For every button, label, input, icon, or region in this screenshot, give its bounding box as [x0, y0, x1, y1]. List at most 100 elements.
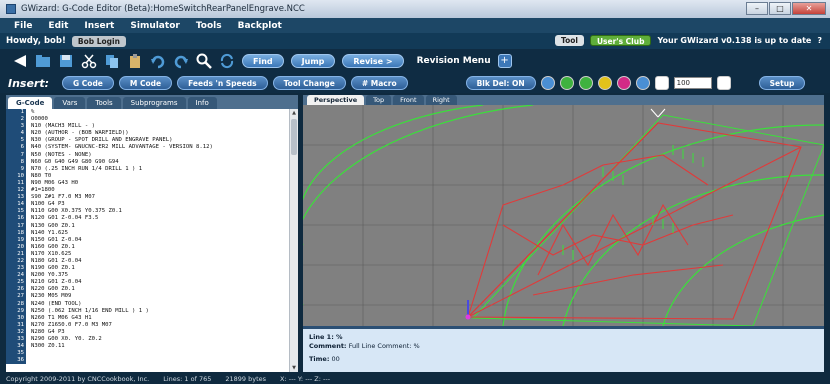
toolpath-view[interactable] [303, 105, 824, 326]
code-line[interactable]: 24 N200 Y0.375 [6, 272, 289, 280]
code-line[interactable]: 21 N170 X10.625 [6, 250, 289, 258]
rabbit-icon[interactable] [716, 76, 731, 90]
code-line[interactable]: 3 N10 (MACH3 MILL - ) [6, 123, 289, 131]
help-icon[interactable]: ? [817, 36, 822, 45]
close-button[interactable]: ✕ [792, 2, 826, 15]
tab-tools[interactable]: Tools [87, 97, 121, 109]
end-icon[interactable] [635, 76, 650, 90]
code-line[interactable]: 17 N130 G00 Z0.1 [6, 222, 289, 230]
stop-icon[interactable] [616, 76, 631, 90]
tab-gcode[interactable]: G-Code [8, 97, 53, 109]
turtle-icon[interactable] [654, 76, 669, 90]
code-line[interactable]: 34 N300 Z0.11 [6, 343, 289, 351]
menu-insert[interactable]: Insert [84, 21, 114, 31]
revise-button[interactable]: Revise > [342, 54, 404, 68]
code-line[interactable]: 31 N270 Z1650.0 F7.0 M3 M07 [6, 321, 289, 329]
code-line[interactable]: 13 S90 Z#1 F7.0 M3 M07 [6, 194, 289, 202]
insert-feeds-speeds-button[interactable]: Feeds 'n Speeds [177, 76, 268, 90]
play-icon[interactable] [559, 76, 574, 90]
jump-button[interactable]: Jump [290, 54, 336, 68]
tab-info[interactable]: Info [187, 97, 217, 109]
code-line[interactable]: 2 O0000 [6, 116, 289, 124]
code-line[interactable]: 25 N210 G01 Z-0.04 [6, 279, 289, 287]
copy-icon[interactable] [104, 53, 120, 69]
editor-scrollbar[interactable]: ▲ ▼ [289, 109, 298, 372]
code-line[interactable]: 29 N250 (.062 INCH 1/16 END MILL ) 1 ) [6, 307, 289, 315]
tool-button[interactable]: Tool [554, 35, 584, 46]
code-line[interactable]: 20 N160 G00 Z0.1 [6, 243, 289, 251]
revision-menu-label[interactable]: Revision Menu [417, 56, 491, 66]
rewind-icon[interactable] [540, 76, 555, 90]
nav-left-icon[interactable] [12, 53, 28, 69]
speed-field[interactable]: 100 [673, 77, 712, 89]
paste-icon[interactable] [127, 53, 143, 69]
code-line[interactable]: 14 N100 G4 P3 [6, 201, 289, 209]
code-line[interactable]: 18 N140 Y1.625 [6, 229, 289, 237]
code-line[interactable]: 6 N40 (SYSTEM- GNUCNC-ER2 MILL ADVANTAGE … [6, 144, 289, 152]
users-club-button[interactable]: User's Club [589, 35, 652, 46]
tab-top[interactable]: Top [366, 95, 392, 105]
code-line[interactable]: 32 N280 G4 P3 [6, 328, 289, 336]
undo-icon[interactable] [150, 53, 166, 69]
tab-vars[interactable]: Vars [54, 97, 86, 109]
code-line[interactable]: 15 N110 G00 X0.375 Y0.375 Z0.1 [6, 208, 289, 216]
gcode-editor[interactable]: 1% 2 O0000 3 N10 (MACH3 MILL - ) 4 N20 (AUTHOR… [6, 109, 289, 372]
view-tabs: Perspective Top Front Right [303, 95, 824, 105]
insert-gcode-button[interactable]: G Code [62, 76, 114, 90]
scroll-thumb[interactable] [291, 119, 297, 155]
open-folder-icon[interactable] [35, 53, 51, 69]
code-text: N110 G00 X0.375 Y0.375 Z0.1 [31, 208, 122, 215]
find-button[interactable]: Find [242, 54, 284, 68]
tab-perspective[interactable]: Perspective [307, 95, 365, 105]
line-number: 29 [6, 307, 26, 315]
code-line[interactable]: 30 N260 T1 M06 G43 H1 [6, 314, 289, 322]
revision-plus-button[interactable]: + [497, 54, 512, 68]
code-line[interactable]: 9 N70 (.25 INCH RUN 1/4 DRILL 1 ) 1 [6, 165, 289, 173]
code-line[interactable]: 16 N120 G01 Z-0.04 F3.5 [6, 215, 289, 223]
setup-button[interactable]: Setup [758, 76, 806, 90]
code-line[interactable]: 10 N80 T0 [6, 172, 289, 180]
code-line[interactable]: 11 N90 M06 G43 H0 [6, 179, 289, 188]
code-line[interactable]: 33 N290 G00 X0. Y0. Z0.2 [6, 336, 289, 344]
code-line[interactable]: 35 [6, 350, 289, 358]
code-line[interactable]: 8 N60 G0 G40 G49 G80 G90 G94 [6, 158, 289, 166]
refresh-icon[interactable] [219, 53, 235, 69]
maximize-button[interactable]: □ [769, 2, 791, 15]
code-line[interactable]: 12 #1=1800 [6, 187, 289, 195]
code-line[interactable]: 19 N150 G01 Z-0.04 [6, 236, 289, 244]
menu-edit[interactable]: Edit [48, 21, 68, 31]
redo-icon[interactable] [173, 53, 189, 69]
scissors-icon[interactable] [81, 53, 97, 69]
tab-subprograms[interactable]: Subprograms [122, 97, 186, 109]
search-icon[interactable] [196, 53, 212, 69]
menu-simulator[interactable]: Simulator [130, 21, 179, 31]
insert-mcode-button[interactable]: M Code [118, 76, 173, 90]
minimize-button[interactable]: – [746, 2, 768, 15]
tab-front[interactable]: Front [393, 95, 424, 105]
scroll-down-icon[interactable]: ▼ [290, 364, 298, 372]
pause-icon[interactable] [597, 76, 612, 90]
scroll-up-icon[interactable]: ▲ [290, 109, 298, 117]
code-line[interactable]: 4 N20 (AUTHOR - (BOB WARFIELD)) [6, 130, 289, 138]
code-line[interactable]: 23 N190 G00 Z0.1 [6, 265, 289, 273]
tab-right[interactable]: Right [425, 95, 457, 105]
code-line[interactable]: 36 [6, 357, 289, 365]
login-button[interactable]: Bob Login [71, 35, 126, 47]
menu-file[interactable]: File [14, 21, 32, 31]
code-line[interactable]: 26 N220 G00 Z0.1 [6, 286, 289, 294]
block-delete-toggle[interactable]: Blk Del: ON [465, 76, 536, 90]
save-icon[interactable] [58, 53, 74, 69]
menu-tools[interactable]: Tools [196, 21, 222, 31]
insert-macro-button[interactable]: # Macro [350, 76, 408, 90]
insert-tool-change-button[interactable]: Tool Change [272, 76, 346, 90]
code-line[interactable]: 27 N230 M05 M09 [6, 293, 289, 301]
code-line[interactable]: 22 N180 G01 Z-0.04 [6, 257, 289, 266]
code-line[interactable]: 1% [6, 109, 289, 117]
code-line[interactable]: 28 N240 (END TOOL) [6, 300, 289, 308]
code-line[interactable]: 5 N30 (GROUP - SPOT DRILL AND ENGRAVE PAN… [6, 137, 289, 145]
step-icon[interactable] [578, 76, 593, 90]
code-line[interactable]: 7 N50 (NOTES - NONE) [6, 151, 289, 159]
line-number: 31 [6, 321, 26, 329]
code-text: N170 X10.625 [31, 250, 72, 257]
menu-backplot[interactable]: Backplot [238, 21, 282, 31]
